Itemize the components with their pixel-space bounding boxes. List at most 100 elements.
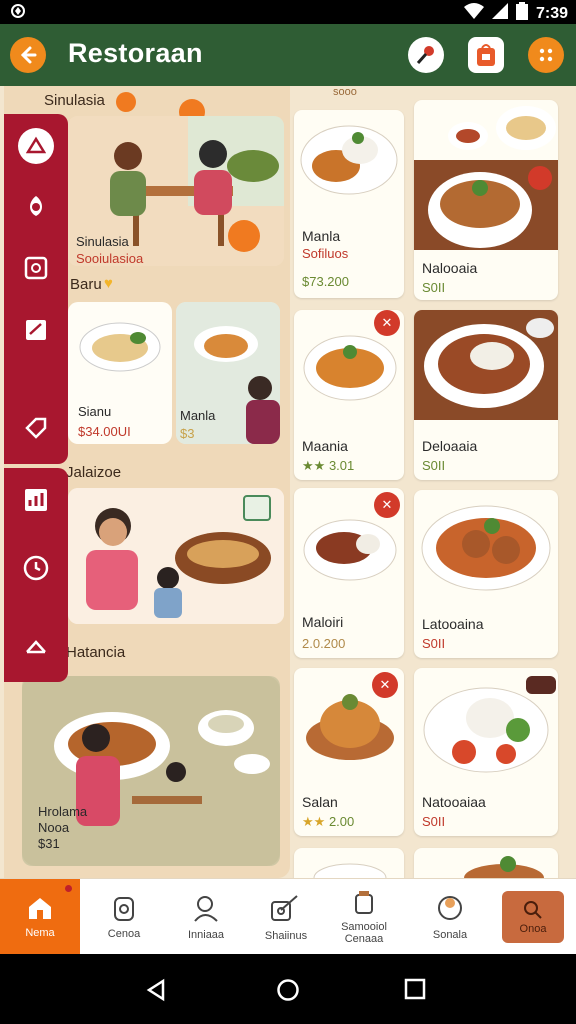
shopping-bag-button[interactable] — [468, 37, 504, 73]
product-price-value: 2.00 — [328, 814, 355, 829]
rail-chart-button[interactable] — [18, 482, 54, 518]
product-name: Manla — [302, 228, 341, 244]
product-price-value: 3.01 — [328, 458, 355, 473]
chevron-up-icon — [26, 640, 46, 654]
chart-icon — [25, 489, 47, 511]
edit-icon — [26, 320, 46, 340]
person-icon — [194, 896, 218, 922]
nav-inniaaa[interactable]: Inniaaa — [164, 879, 248, 955]
family-meal-card[interactable] — [68, 488, 284, 624]
menu-card-sianu[interactable] — [68, 302, 172, 444]
home-circle-icon — [277, 979, 299, 1001]
rail-up-button[interactable] — [18, 630, 54, 666]
tag-icon — [25, 417, 47, 439]
product-name: Nalooaia — [422, 260, 478, 276]
nav-home[interactable]: Nema — [0, 879, 80, 955]
signal-icon — [491, 3, 508, 24]
nav-onoa[interactable]: Onoa — [502, 891, 564, 943]
product-price: ★★ 2.00 — [302, 814, 354, 830]
nav-label: Onoa — [519, 923, 547, 935]
product-name: Natooaiaa — [422, 794, 486, 810]
product-image — [414, 106, 558, 250]
noodle-meal-card[interactable] — [22, 676, 280, 866]
product-card-salan[interactable]: ✕ Salan ★★ 2.00 — [294, 668, 404, 836]
nav-label: Inniaaa — [187, 929, 225, 941]
noodle-meal-illustration — [22, 676, 280, 866]
triangle-icon — [26, 136, 46, 154]
rail-triangle-button[interactable] — [18, 128, 54, 164]
category-strip: sooo — [333, 86, 357, 98]
dumpling-plate-illustration — [79, 322, 161, 372]
map-pin-button[interactable] — [408, 37, 444, 73]
map-pin-icon — [416, 46, 434, 64]
nav-samooiol[interactable]: Samooiol Cenaaa — [324, 879, 404, 955]
nav-cenoa[interactable]: Cenoa — [84, 879, 164, 955]
camera-icon — [24, 256, 48, 280]
app-bar: Restoraan — [0, 24, 576, 86]
more-button[interactable] — [528, 37, 564, 73]
hrolama-sub: Nooa — [38, 820, 70, 835]
product-price: S0II — [422, 636, 446, 651]
sianu-price: $34.00UI — [78, 424, 131, 439]
system-home-button[interactable] — [276, 978, 300, 1007]
bottom-nav: Nema Cenoa Inniaaa Shaiinus Samooiol Cen… — [0, 878, 576, 955]
product-name: Maania — [302, 438, 348, 454]
nav-sonala[interactable]: Sonala — [410, 879, 490, 955]
product-name: Deloaaia — [422, 438, 478, 454]
product-subtitle: Sofiluos — [302, 246, 349, 261]
favorite-badge[interactable]: ✕ — [372, 672, 398, 698]
product-image — [464, 856, 544, 878]
section-heading-top: Sinulasia — [44, 92, 105, 109]
back-button[interactable] — [10, 37, 46, 73]
product-card-latooaina[interactable]: Latooaina S0II — [414, 490, 558, 658]
product-card-deloaaia[interactable]: Deloaaia S0II — [414, 310, 558, 480]
side-rail-top — [4, 114, 68, 464]
star-icon: ★★ — [302, 814, 326, 829]
nav-label: Nema — [25, 927, 55, 939]
nav-label: Cenoa — [107, 928, 141, 940]
rail-clock-button[interactable] — [18, 550, 54, 586]
jar-icon — [114, 897, 134, 921]
star-icon: ★★ — [302, 458, 326, 473]
product-name: Latooaina — [422, 616, 484, 632]
content-area: sooo Sinulasia Sinulasia Sooiulasioa Bar… — [0, 86, 576, 878]
notification-dot — [65, 885, 72, 892]
nav-label: Sonala — [432, 929, 468, 941]
share-icon — [271, 895, 298, 921]
system-back-button[interactable] — [144, 978, 168, 1007]
product-card-partial[interactable] — [414, 848, 558, 878]
favorite-badge[interactable]: ✕ — [374, 310, 400, 336]
product-image — [414, 310, 558, 420]
product-card-manla[interactable]: Manla Sofiluos $73.200 — [294, 110, 404, 298]
bowl-icon — [438, 896, 462, 920]
product-image — [300, 125, 398, 195]
section-label-jalaizoe: Jalaizoe — [66, 464, 122, 481]
product-price: S0II — [422, 814, 446, 829]
rail-camera-button[interactable] — [18, 250, 54, 286]
sianu-name: Sianu — [78, 404, 112, 419]
favorite-badge[interactable]: ✕ — [374, 492, 400, 518]
back-triangle-icon — [146, 978, 165, 1002]
back-arrow-icon — [20, 46, 37, 64]
nav-shaiinus[interactable]: Shaiinus — [246, 879, 326, 955]
heart-icon: ♥ — [104, 275, 113, 292]
product-card-maania[interactable]: ✕ Maania ★★ 3.01 — [294, 310, 404, 480]
family-meal-illustration — [68, 488, 284, 624]
product-card-partial[interactable] — [294, 848, 404, 878]
rail-tag-button[interactable] — [18, 410, 54, 446]
product-image — [313, 863, 387, 878]
product-card-maloiri[interactable]: ✕ Maloiri 2.0.200 — [294, 488, 404, 658]
product-price: $73.200 — [302, 274, 349, 289]
nav-label: Shaiinus — [264, 930, 308, 942]
product-price: S0II — [422, 280, 446, 295]
drink-icon — [355, 891, 373, 914]
clock-icon — [23, 555, 49, 581]
rail-leaf-button[interactable] — [18, 188, 54, 224]
product-card-nalooaia[interactable]: Nalooaia S0II — [414, 100, 558, 300]
search-icon — [524, 901, 542, 919]
product-price: S0II — [422, 458, 446, 473]
rail-edit-button[interactable] — [18, 312, 54, 348]
nav-label: Samooiol Cenaaa — [341, 921, 387, 945]
product-card-natooaiaa[interactable]: Natooaiaa S0II — [414, 668, 558, 836]
system-recents-button[interactable] — [404, 978, 426, 1005]
